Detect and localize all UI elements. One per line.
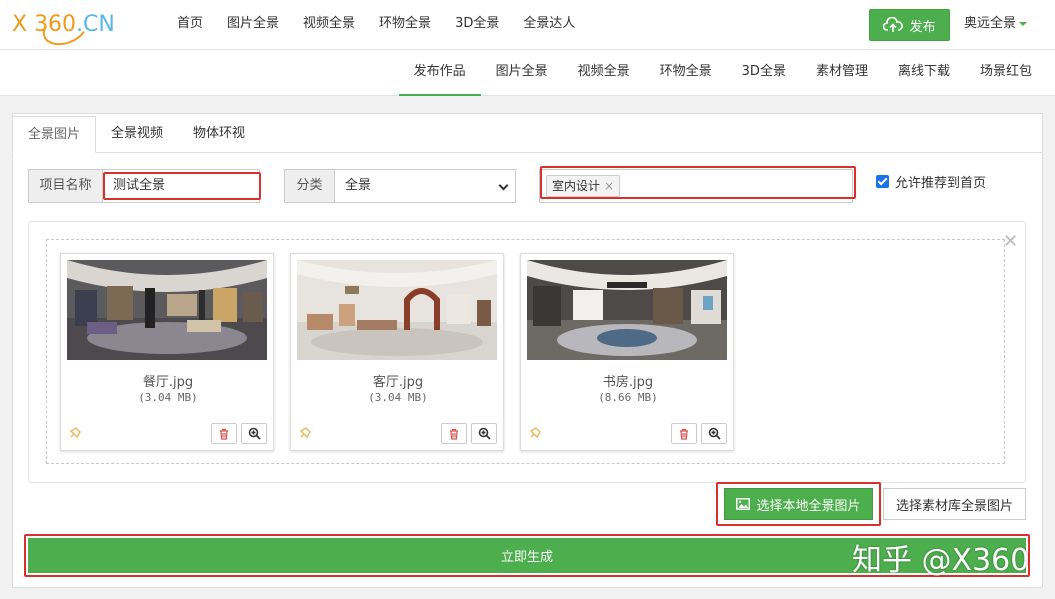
sub-header: 发布作品 图片全景 视频全景 环物全景 3D全景 素材管理 离线下载 场景红包	[0, 50, 1055, 96]
select-library-images-button[interactable]: 选择素材库全景图片	[883, 488, 1026, 520]
sub-nav: 发布作品 图片全景 视频全景 环物全景 3D全景 素材管理 离线下载 场景红包	[398, 50, 1047, 96]
zoom-button[interactable]	[701, 423, 727, 444]
panorama-thumbnail	[297, 260, 497, 360]
project-name-input[interactable]: 测试全景	[102, 169, 260, 203]
tab-panorama-video[interactable]: 全景视频	[96, 116, 178, 153]
publish-button[interactable]: 发布	[869, 9, 950, 41]
site-logo[interactable]: X 360.CN	[12, 7, 117, 51]
zoom-in-icon	[248, 427, 261, 440]
select-local-images-button[interactable]: 选择本地全景图片	[724, 488, 873, 520]
image-file-name: 书房.jpg	[602, 375, 654, 390]
recommend-checkbox-row[interactable]: 允许推荐到首页	[876, 172, 986, 191]
category-label: 分类	[284, 169, 335, 203]
category-select[interactable]: 全景	[334, 169, 516, 203]
nav-item-image-panorama[interactable]: 图片全景	[215, 0, 291, 50]
trash-icon	[220, 428, 228, 440]
zoom-button[interactable]	[471, 423, 497, 444]
image-card: 餐厅.jpg (3.04 MB)	[60, 253, 274, 451]
chevron-down-icon	[498, 180, 509, 191]
nav-item-home[interactable]: 首页	[165, 0, 215, 50]
subnav-item-video-panorama[interactable]: 视频全景	[563, 50, 645, 96]
image-icon	[736, 498, 751, 510]
thumbtack-icon[interactable]	[68, 426, 82, 440]
image-file-size: (3.04 MB)	[368, 391, 428, 404]
tab-object-rotation[interactable]: 物体环视	[178, 116, 260, 153]
tag-input[interactable]: 室内设计 ×	[539, 169, 853, 203]
nav-item-panorama-experts[interactable]: 全景达人	[511, 0, 587, 50]
delete-button[interactable]	[671, 423, 697, 444]
publish-label: 发布	[909, 19, 936, 35]
tag-label: 室内设计	[552, 179, 601, 193]
logo-text: X 360.CN	[12, 12, 115, 37]
tag-remove-icon[interactable]: ×	[604, 179, 614, 193]
subnav-item-image-panorama[interactable]: 图片全景	[481, 50, 563, 96]
subnav-item-red-packet[interactable]: 场景红包	[965, 50, 1047, 96]
tab-panorama-images[interactable]: 全景图片	[12, 116, 97, 153]
zoom-in-icon	[478, 427, 491, 440]
image-card: 书房.jpg (8.66 MB)	[520, 253, 734, 451]
trash-icon	[450, 428, 458, 440]
select-local-label: 选择本地全景图片	[756, 498, 861, 514]
watermark-text: 知乎 @X360	[852, 543, 1030, 578]
cloud-upload-icon	[883, 17, 904, 32]
project-name-label: 项目名称	[28, 169, 103, 203]
main-nav: 首页 图片全景 视频全景 环物全景 3D全景 全景达人	[165, 0, 587, 50]
caret-down-icon	[1019, 21, 1028, 26]
subnav-item-publish[interactable]: 发布作品	[398, 50, 481, 96]
subnav-item-3d-panorama[interactable]: 3D全景	[727, 50, 801, 96]
delete-button[interactable]	[441, 423, 467, 444]
trash-icon	[680, 428, 688, 440]
image-card: 客厅.jpg (3.04 MB)	[290, 253, 504, 451]
nav-item-object-panorama[interactable]: 环物全景	[367, 0, 443, 50]
recommend-checkbox[interactable]	[876, 175, 889, 188]
thumbtack-icon[interactable]	[298, 426, 312, 440]
media-type-tabs: 全景图片 全景视频 物体环视	[12, 116, 260, 153]
image-file-name: 餐厅.jpg	[142, 375, 194, 390]
delete-button[interactable]	[211, 423, 237, 444]
top-header: X 360.CN 首页 图片全景 视频全景 环物全景 3D全景 全景达人 发布 …	[0, 0, 1055, 51]
subnav-item-asset-management[interactable]: 素材管理	[801, 50, 883, 96]
zoom-button[interactable]	[241, 423, 267, 444]
nav-item-3d-panorama[interactable]: 3D全景	[443, 0, 511, 50]
panorama-thumbnail	[67, 260, 267, 360]
zoom-in-icon	[708, 427, 721, 440]
close-icon[interactable]: ✕	[1003, 231, 1018, 252]
subnav-item-offline-download[interactable]: 离线下载	[883, 50, 965, 96]
tag-chip: 室内设计 ×	[546, 175, 621, 197]
panorama-thumbnail	[527, 260, 727, 360]
image-file-name: 客厅.jpg	[372, 375, 424, 390]
category-selected-value: 全景	[345, 178, 372, 193]
recommend-label: 允许推荐到首页	[895, 176, 987, 191]
user-menu[interactable]: 奥远全景	[964, 0, 1028, 50]
generate-label: 立即生成	[500, 550, 553, 565]
thumbtack-icon[interactable]	[528, 426, 542, 440]
image-file-size: (8.66 MB)	[598, 391, 658, 404]
image-file-size: (3.04 MB)	[138, 391, 198, 404]
user-name: 奥远全景	[964, 16, 1017, 31]
subnav-item-object-panorama[interactable]: 环物全景	[645, 50, 727, 96]
nav-item-video-panorama[interactable]: 视频全景	[291, 0, 367, 50]
